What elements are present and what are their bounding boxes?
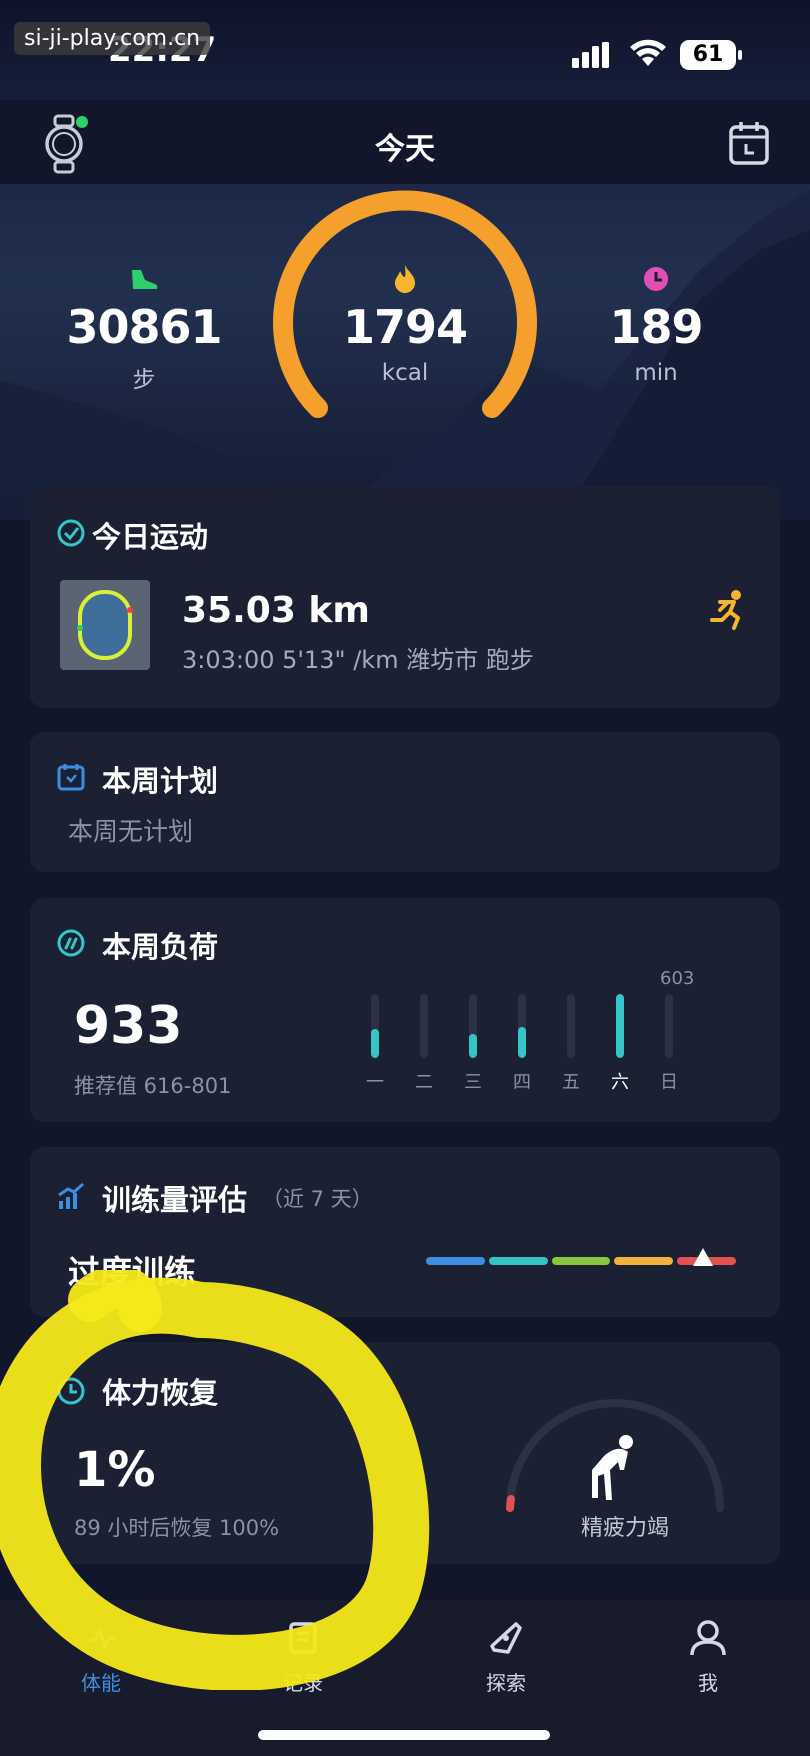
training-volume-status: 过度训练 bbox=[68, 1253, 197, 1291]
load-bar-track bbox=[616, 994, 624, 1058]
load-bar-track bbox=[518, 994, 526, 1058]
load-day-label: 六 bbox=[611, 1072, 629, 1093]
training-volume-title: 训练量评估 bbox=[102, 1183, 248, 1217]
watermark: si-ji-play.com.cn bbox=[14, 22, 211, 55]
minutes-stat[interactable]: 189 min bbox=[576, 262, 736, 386]
recovery-state: 精疲力竭 bbox=[580, 1516, 669, 1541]
load-bar-track bbox=[420, 994, 428, 1058]
today-workout-title: 今日运动 bbox=[92, 520, 209, 554]
recovery-card[interactable]: 体力恢复 1% 89 小时后恢复 100% 精疲力竭 bbox=[30, 1342, 780, 1564]
route-map-thumbnail bbox=[60, 580, 150, 670]
recovery-clock-icon bbox=[57, 1377, 85, 1405]
load-bar-5: 六 bbox=[605, 994, 635, 1094]
flame-icon bbox=[395, 265, 415, 293]
load-bar-fill bbox=[371, 1029, 379, 1058]
load-day-label: 一 bbox=[366, 1072, 384, 1093]
tab-me[interactable]: 我 bbox=[648, 1618, 768, 1696]
weekly-plan-card[interactable]: 本周计划 本周无计划 bbox=[30, 732, 780, 872]
calories-value: 1794 bbox=[342, 300, 468, 354]
home-indicator bbox=[258, 1730, 550, 1740]
load-day-label: 日 bbox=[660, 1072, 678, 1093]
load-bar-6: 日 bbox=[654, 994, 684, 1094]
tab-me-label: 我 bbox=[698, 1671, 718, 1695]
wifi-icon bbox=[630, 39, 666, 66]
steps-value: 30861 bbox=[66, 300, 222, 354]
minutes-value: 189 bbox=[609, 300, 703, 354]
calories-stat[interactable]: 1794 kcal bbox=[325, 262, 485, 386]
shoe-icon bbox=[132, 270, 158, 289]
load-bar-0: 一 bbox=[360, 994, 390, 1094]
steps-unit: 步 bbox=[132, 367, 156, 393]
plan-calendar-icon bbox=[57, 764, 85, 791]
weekly-plan-subtitle: 本周无计划 bbox=[68, 817, 194, 846]
recovery-value: 1% bbox=[74, 1442, 156, 1498]
minutes-unit: min bbox=[634, 360, 678, 386]
training-volume-period: （近 7 天） bbox=[262, 1187, 373, 1211]
clock-icon bbox=[644, 267, 668, 291]
load-bar-track bbox=[371, 994, 379, 1058]
load-day-label: 三 bbox=[464, 1072, 482, 1093]
route-track-icon bbox=[77, 590, 133, 660]
volume-scale-segment bbox=[426, 1257, 485, 1265]
training-volume-card[interactable]: 训练量评估 （近 7 天） 过度训练 bbox=[30, 1147, 780, 1317]
calories-unit: kcal bbox=[381, 360, 429, 386]
tab-explore[interactable]: 探索 bbox=[446, 1618, 566, 1696]
battery-tip bbox=[738, 50, 742, 60]
weekly-load-bars: 一二三四五六日 bbox=[360, 994, 760, 1094]
volume-scale-segment bbox=[488, 1257, 548, 1265]
weekly-load-peak-label: 603 bbox=[660, 968, 695, 989]
load-bar-fill bbox=[518, 1027, 526, 1058]
load-gauge-icon bbox=[57, 929, 85, 957]
compass-icon bbox=[490, 1622, 522, 1654]
weekly-load-recommend: 推荐值 616-801 bbox=[74, 1074, 232, 1098]
load-day-label: 五 bbox=[562, 1072, 580, 1093]
exhausted-person-icon bbox=[592, 1435, 633, 1500]
load-bar-2: 三 bbox=[458, 994, 488, 1094]
load-bar-3: 四 bbox=[507, 994, 537, 1094]
tab-explore-label: 探索 bbox=[486, 1671, 526, 1695]
weekly-load-value: 933 bbox=[74, 996, 183, 1056]
recovery-detail: 89 小时后恢复 100% bbox=[74, 1516, 280, 1540]
load-bar-track bbox=[469, 994, 477, 1058]
status-bar: 22:27 61 si-ji-play.com.cn bbox=[0, 0, 810, 100]
workout-distance: 35.03 km bbox=[182, 590, 370, 631]
trend-chart-icon bbox=[58, 1182, 84, 1209]
load-bar-track bbox=[665, 994, 673, 1058]
today-workout-card[interactable]: 今日运动 35.03 km 3:03:00 5'13" /km 潍坊市 跑步 bbox=[30, 486, 780, 708]
load-bar-1: 二 bbox=[409, 994, 439, 1094]
user-icon bbox=[690, 1620, 726, 1656]
battery-indicator: 61 bbox=[680, 40, 736, 70]
load-day-label: 二 bbox=[415, 1072, 433, 1093]
tab-fitness-label: 体能 bbox=[81, 1671, 121, 1695]
fitness-tab-icon bbox=[85, 1628, 117, 1650]
volume-scale-segment bbox=[614, 1257, 674, 1265]
records-tab-icon bbox=[289, 1622, 317, 1654]
volume-scale-segment bbox=[551, 1257, 611, 1265]
load-bar-4: 五 bbox=[556, 994, 586, 1094]
volume-marker-icon bbox=[693, 1248, 713, 1266]
workout-details: 3:03:00 5'13" /km 潍坊市 跑步 bbox=[182, 646, 534, 674]
weekly-plan-title: 本周计划 bbox=[102, 764, 219, 798]
top-nav-bar: 今天 bbox=[0, 100, 810, 184]
tab-fitness[interactable]: 体能 bbox=[41, 1618, 161, 1696]
load-bar-fill bbox=[616, 994, 624, 1058]
load-bar-track bbox=[567, 994, 575, 1058]
running-icon bbox=[710, 590, 741, 630]
steps-stat[interactable]: 30861 步 bbox=[64, 262, 224, 394]
page-title: 今天 bbox=[375, 132, 435, 167]
check-circle-icon bbox=[57, 519, 85, 547]
weekly-load-title: 本周负荷 bbox=[102, 930, 219, 964]
weekly-load-card[interactable]: 本周负荷 933 推荐值 616-801 603 一 二 三 四 五 六 日 bbox=[30, 898, 780, 1122]
cellular-signal-icon bbox=[572, 42, 609, 68]
tab-records[interactable]: 记录 bbox=[243, 1618, 363, 1696]
calendar-icon[interactable] bbox=[728, 120, 770, 166]
training-volume-scale bbox=[426, 1257, 736, 1265]
load-bar-fill bbox=[469, 1034, 477, 1058]
load-day-label: 四 bbox=[513, 1072, 531, 1093]
tab-records-label: 记录 bbox=[283, 1671, 323, 1695]
recovery-title: 体力恢复 bbox=[102, 1376, 219, 1410]
